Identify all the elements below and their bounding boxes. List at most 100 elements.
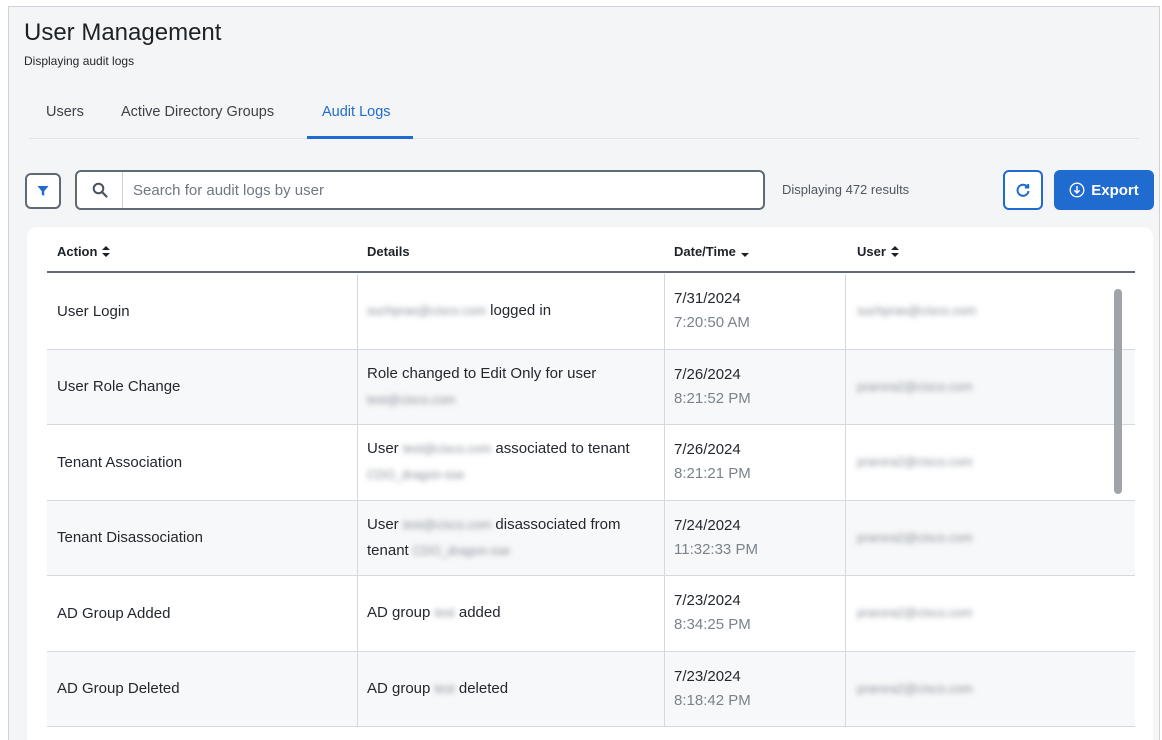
sort-icon	[102, 246, 111, 257]
cell-user: prarora2@cisco.com	[857, 576, 1117, 651]
cell-datetime: 7/23/2024 8:34:25 PM	[674, 576, 844, 651]
column-divider	[845, 651, 846, 726]
time-text: 8:21:21 PM	[674, 465, 751, 483]
tab-users[interactable]: Users	[46, 104, 84, 120]
active-tab-indicator	[307, 136, 413, 139]
redacted-text: test@cisco.com	[402, 442, 492, 457]
cell-action: User Login	[57, 302, 130, 320]
refresh-button[interactable]	[1003, 170, 1043, 210]
details-text: Role changed to Edit Only for user	[367, 364, 597, 382]
redacted-text: test@cisco.com	[402, 517, 492, 532]
cell-datetime: 7/26/2024 8:21:52 PM	[674, 350, 844, 425]
tab-bar: Users Active Directory Groups Audit Logs	[29, 93, 1139, 139]
scrollbar-thumb[interactable]	[1114, 289, 1122, 494]
tab-active-directory-groups[interactable]: Active Directory Groups	[121, 104, 274, 120]
filter-button[interactable]	[25, 173, 61, 209]
cell-user: prarora2@cisco.com	[857, 425, 1117, 500]
column-header-datetime[interactable]: Date/Time	[674, 244, 749, 259]
cell-datetime: 7/31/2024 7:20:50 AM	[674, 274, 844, 349]
details-text: User	[367, 440, 403, 458]
column-divider	[664, 349, 665, 424]
column-divider	[357, 274, 358, 349]
column-divider	[357, 651, 358, 726]
tab-audit-logs[interactable]: Audit Logs	[322, 104, 391, 120]
table-row[interactable]: AD Group Deleted AD group test deleted 7/2…	[47, 651, 1135, 727]
column-divider	[664, 274, 665, 349]
redacted-text: suchpras@cisco.com	[367, 304, 486, 319]
date-text: 7/23/2024	[674, 592, 741, 610]
column-divider	[845, 425, 846, 500]
export-button[interactable]: Export	[1054, 170, 1154, 210]
time-text: 11:32:33 PM	[674, 540, 758, 558]
date-text: 7/24/2024	[674, 516, 741, 534]
cell-details: suchpras@cisco.com logged in	[367, 274, 665, 349]
cell-details: AD group test deleted	[367, 652, 665, 727]
table-body: User Login suchpras@cisco.com logged in 7/…	[47, 274, 1135, 727]
table-row[interactable]: Tenant Disassociation User test@cisco.com…	[47, 500, 1135, 576]
cell-user: prarora2@cisco.com	[857, 652, 1117, 727]
cell-action: AD Group Deleted	[57, 680, 180, 698]
download-icon	[1069, 182, 1085, 198]
column-label: Date/Time	[674, 244, 736, 259]
column-divider	[357, 349, 358, 424]
column-divider	[357, 425, 358, 500]
table-row[interactable]: Tenant Association User test@cisco.com as…	[47, 425, 1135, 501]
column-divider	[845, 274, 846, 349]
redacted-text: CDO_dragon-sse	[367, 468, 465, 483]
details-text: User	[367, 515, 403, 533]
cell-user: prarora2@cisco.com	[857, 501, 1117, 576]
column-header-user[interactable]: User	[857, 244, 899, 259]
column-divider	[664, 500, 665, 575]
details-text: AD group	[367, 679, 435, 697]
date-text: 7/31/2024	[674, 290, 741, 308]
column-divider	[845, 500, 846, 575]
column-header-details: Details	[367, 244, 410, 259]
search-input[interactable]	[133, 179, 743, 201]
table-row[interactable]: AD Group Added AD group test added 7/23/20…	[47, 576, 1135, 652]
search-icon-container	[77, 172, 123, 208]
cell-details: Role changed to Edit Only for user test@…	[367, 350, 665, 425]
table-row[interactable]: User Role Change Role changed to Edit Onl…	[47, 349, 1135, 425]
redacted-text: CDO_dragon-sse	[412, 543, 511, 558]
column-divider	[845, 576, 846, 651]
column-divider	[664, 651, 665, 726]
details-text: associated to tenant	[491, 440, 630, 458]
page-title: User Management	[24, 19, 222, 46]
cell-user: prarora2@cisco.com	[857, 350, 1117, 425]
details-text: deleted	[454, 679, 509, 697]
cell-datetime: 7/23/2024 8:18:42 PM	[674, 652, 844, 727]
cell-user: suchpras@cisco.com	[857, 274, 1117, 349]
redacted-text: prarora2@cisco.com	[857, 681, 973, 696]
refresh-icon	[1016, 183, 1030, 197]
cell-datetime: 7/24/2024 11:32:33 PM	[674, 501, 844, 576]
time-text: 8:21:52 PM	[674, 389, 751, 407]
search-box	[75, 170, 765, 210]
table-row[interactable]: User Login suchpras@cisco.com logged in 7/…	[47, 274, 1135, 350]
sort-desc-icon	[740, 253, 749, 257]
toolbar: Displaying 472 results Export	[25, 169, 1159, 211]
date-text: 7/23/2024	[674, 667, 741, 685]
redacted-text: prarora2@cisco.com	[857, 606, 973, 621]
time-text: 8:34:25 PM	[674, 616, 751, 634]
redacted-text: suchpras@cisco.com	[857, 304, 976, 319]
details-text: logged in	[485, 302, 552, 320]
cell-details: User test@cisco.com associated to tenant…	[367, 425, 665, 500]
details-text: added	[454, 604, 501, 622]
search-icon	[92, 182, 108, 198]
date-text: 7/26/2024	[674, 365, 741, 383]
redacted-text: test@cisco.com	[367, 392, 456, 407]
filter-icon	[37, 186, 49, 196]
column-label: Details	[367, 244, 410, 259]
sort-icon	[890, 246, 899, 257]
cell-action: Tenant Disassociation	[57, 529, 203, 547]
page-subtitle: Displaying audit logs	[24, 54, 135, 68]
column-header-action[interactable]: Action	[57, 244, 111, 259]
table-header: Action Details Date/Time User	[47, 227, 1135, 273]
column-divider	[357, 500, 358, 575]
cell-details: User test@cisco.com disassociated from t…	[367, 501, 665, 576]
results-count: Displaying 472 results	[782, 182, 910, 197]
column-divider	[664, 576, 665, 651]
column-label: Action	[57, 244, 98, 259]
cell-action: Tenant Association	[57, 453, 183, 471]
app-frame: User Management Displaying audit logs Us…	[8, 6, 1160, 740]
